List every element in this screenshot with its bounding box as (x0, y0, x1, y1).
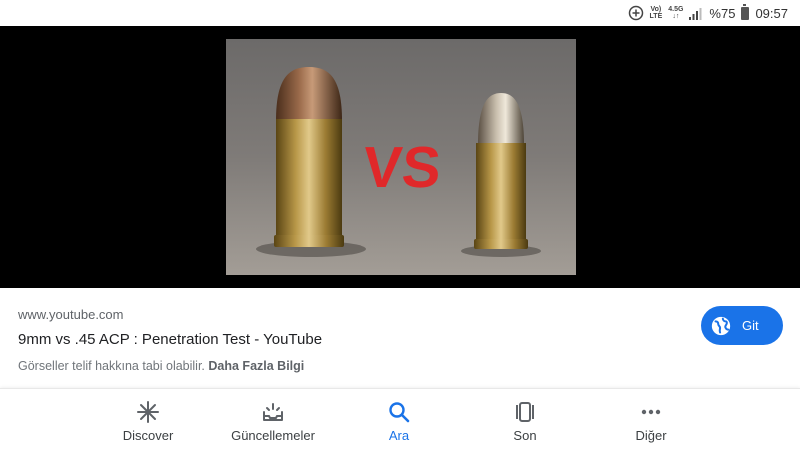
bottom-navigation: Discover Güncellemeler Ara Son Diğer (0, 388, 800, 450)
status-bar: Vo) LTE 4.5G ↓↑ %75 09:57 (0, 0, 800, 26)
nav-recent[interactable]: Son (470, 389, 580, 450)
nav-updates[interactable]: Güncellemeler (218, 389, 328, 450)
inbox-updates-icon (261, 400, 285, 424)
asterisk-icon (136, 400, 160, 424)
nav-discover[interactable]: Discover (93, 389, 203, 450)
nav-label: Discover (122, 428, 174, 443)
result-card: www.youtube.com 9mm vs .45 ACP : Penetra… (0, 288, 800, 388)
data-saver-icon (628, 5, 644, 21)
bullet-9mm-image (474, 93, 528, 249)
image-viewer[interactable]: VS (0, 26, 800, 288)
network-type-indicator: 4.5G ↓↑ (668, 6, 684, 20)
battery-icon (741, 3, 750, 20)
copyright-text: Görseller telif hakkına tabi olabilir. (18, 359, 205, 373)
source-domain[interactable]: www.youtube.com (18, 307, 124, 322)
more-dots-icon (639, 400, 663, 424)
nav-label: Ara (388, 428, 410, 443)
globe-icon (710, 315, 732, 337)
nav-label: Son (513, 428, 537, 443)
signal-icon (689, 7, 703, 20)
nav-label: Diğer (635, 428, 667, 443)
bullet-45acp-image (274, 67, 344, 247)
nav-search[interactable]: Ara (344, 389, 454, 450)
copyright-notice: Görseller telif hakkına tabi olabilir. D… (18, 359, 304, 373)
vs-text: VS (361, 135, 443, 200)
nav-more[interactable]: Diğer (596, 389, 706, 450)
visit-button[interactable]: Git (701, 306, 783, 345)
tabs-icon (513, 400, 537, 424)
more-info-link[interactable]: Daha Fazla Bilgi (208, 359, 304, 373)
result-title[interactable]: 9mm vs .45 ACP : Penetration Test - YouT… (18, 331, 322, 348)
visit-button-label: Git (742, 318, 759, 333)
volte-indicator: Vo) LTE (649, 6, 663, 20)
search-icon (387, 400, 411, 424)
nav-label: Güncellemeler (231, 428, 315, 443)
result-image[interactable]: VS (226, 39, 576, 275)
clock: 09:57 (755, 5, 788, 21)
battery-percent: %75 (709, 5, 736, 21)
